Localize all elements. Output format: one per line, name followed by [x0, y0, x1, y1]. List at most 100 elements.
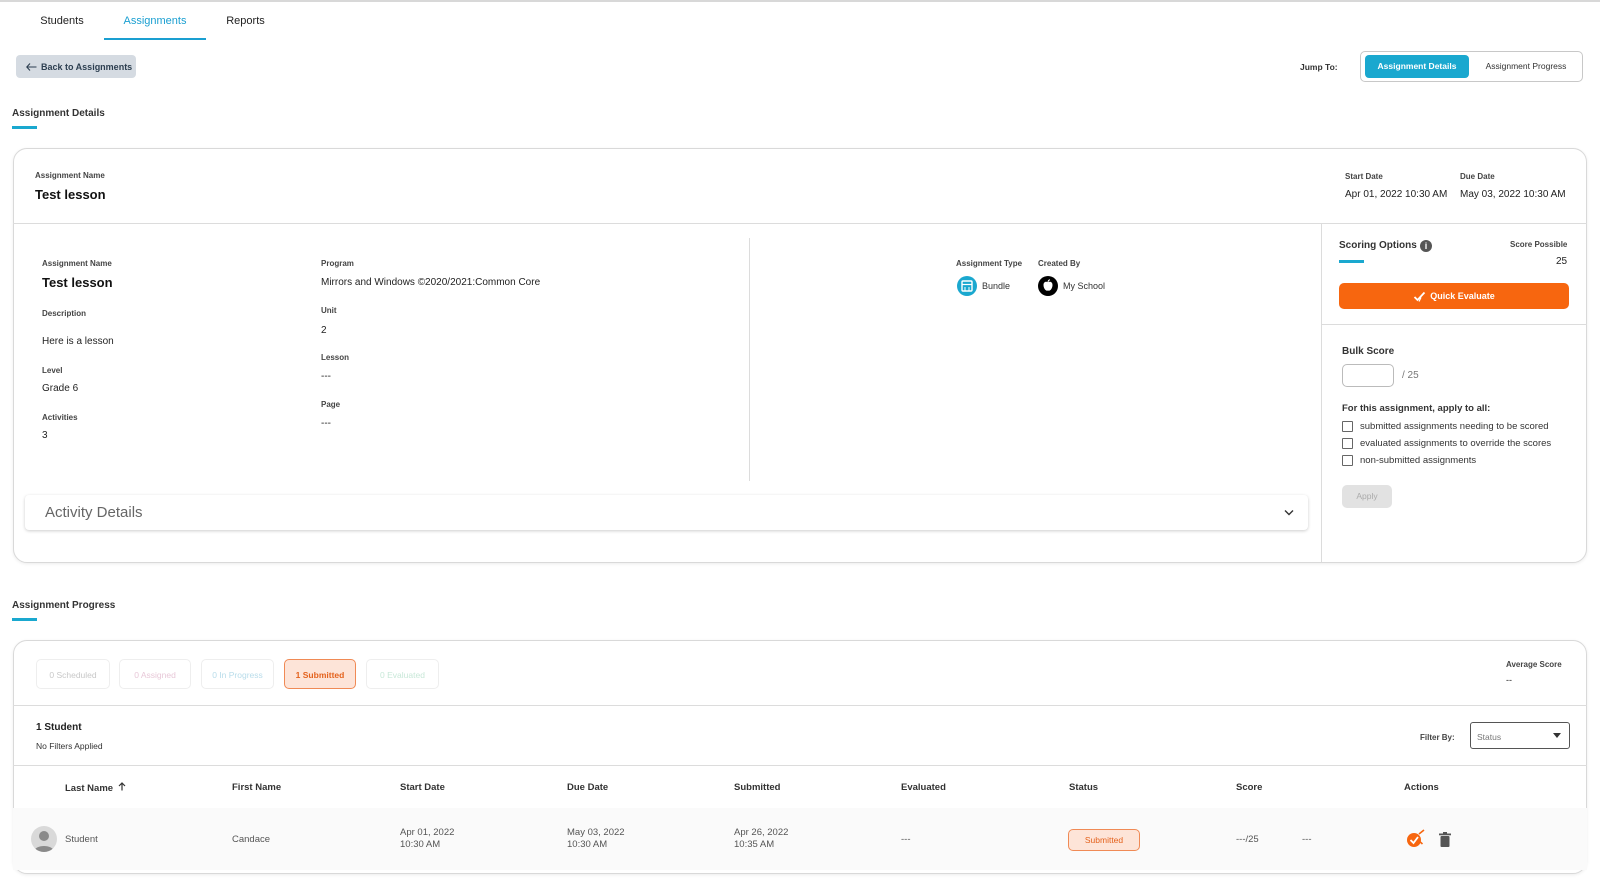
details-section-title: Assignment Details	[12, 108, 105, 119]
tab-reports[interactable]: Reports	[218, 2, 273, 40]
activity-details-label: Activity Details	[45, 504, 143, 521]
score-possible: 25	[1556, 256, 1568, 267]
score-possible-label: Score Possible	[1510, 240, 1568, 249]
info-name: Test lesson	[42, 275, 113, 290]
pill-assigned[interactable]: 0 Assigned	[119, 659, 191, 689]
info-icon[interactable]: i	[1420, 240, 1432, 252]
checkbox[interactable]	[1342, 438, 1353, 449]
description: Here is a lesson	[42, 336, 114, 347]
checkbox[interactable]	[1342, 455, 1353, 466]
chevron-down-icon	[1284, 510, 1294, 516]
lesson-label: Lesson	[321, 353, 350, 362]
sort-up-icon	[118, 782, 126, 791]
option-label: evaluated assignments to override the sc…	[1360, 438, 1552, 449]
tab-students[interactable]: Students	[30, 2, 94, 40]
option-label: submitted assignments needing to be scor…	[1360, 421, 1549, 432]
col-last-name[interactable]: Last Name	[65, 782, 126, 794]
col-submitted[interactable]: Submitted	[734, 782, 780, 793]
bulk-score-label: Bulk Score	[1342, 346, 1395, 357]
checkbox[interactable]	[1342, 421, 1353, 432]
unit: 2	[321, 325, 327, 336]
status-badge: Submitted	[1068, 829, 1140, 851]
cell-score-extra: ---	[1302, 834, 1312, 845]
student-count: 1 Student	[36, 722, 82, 733]
pill-scheduled[interactable]: 0 Scheduled	[36, 659, 110, 689]
cell-start-time: 10:30 AM	[400, 839, 441, 850]
col-first-name[interactable]: First Name	[232, 782, 281, 793]
section-underline	[12, 126, 37, 129]
start-date-label: Start Date	[1345, 172, 1383, 181]
activities-label: Activities	[42, 413, 78, 422]
page: ---	[321, 418, 331, 429]
bundle-icon	[957, 276, 977, 296]
bulk-score-input[interactable]	[1342, 364, 1394, 387]
apply-button[interactable]: Apply	[1342, 485, 1392, 508]
scoring-options-title: Scoring Options	[1339, 240, 1417, 251]
trash-icon[interactable]	[1438, 831, 1452, 849]
program: Mirrors and Windows ©2020/2021:Common Co…	[321, 277, 541, 288]
level: Grade 6	[42, 383, 79, 394]
divider	[1322, 324, 1587, 325]
jump-assignment-details-button[interactable]: Assignment Details	[1365, 55, 1469, 78]
status-filter-select[interactable]: Status	[1470, 722, 1570, 749]
avatar	[31, 826, 57, 852]
header-name: Test lesson	[35, 187, 106, 202]
due-date-label: Due Date	[1460, 172, 1495, 181]
back-to-assignments-button[interactable]: Back to Assignments	[16, 55, 136, 78]
option-evaluated[interactable]: evaluated assignments to override the sc…	[1342, 438, 1551, 449]
tab-assignments[interactable]: Assignments	[104, 2, 206, 40]
apply-all-label: For this assignment, apply to all:	[1342, 403, 1491, 414]
cell-due-date: May 03, 2022	[567, 827, 625, 838]
start-date: Apr 01, 2022 10:30 AM	[1345, 189, 1448, 200]
activities-count: 3	[42, 430, 48, 441]
divider	[13, 765, 1587, 766]
divider	[13, 223, 1587, 224]
pill-in-progress[interactable]: 0 In Progress	[201, 659, 274, 689]
pill-evaluated[interactable]: 0 Evaluated	[366, 659, 439, 689]
average-score-label: Average Score	[1506, 660, 1562, 669]
divider	[749, 238, 750, 481]
option-submitted[interactable]: submitted assignments needing to be scor…	[1342, 421, 1549, 432]
quick-evaluate-label: Quick Evaluate	[1430, 291, 1495, 301]
progress-section-title: Assignment Progress	[12, 600, 116, 611]
col-start-date[interactable]: Start Date	[400, 782, 445, 793]
option-non-submitted[interactable]: non-submitted assignments	[1342, 455, 1476, 466]
program-label: Program	[321, 259, 354, 268]
page-label: Page	[321, 400, 341, 409]
cell-start-date: Apr 01, 2022	[400, 827, 455, 838]
quick-evaluate-icon	[1414, 291, 1426, 302]
description-label: Description	[42, 309, 87, 318]
cell-evaluated: ---	[901, 834, 911, 845]
lesson: ---	[321, 371, 331, 382]
col-status[interactable]: Status	[1069, 782, 1098, 793]
due-date: May 03, 2022 10:30 AM	[1460, 189, 1566, 200]
col-evaluated[interactable]: Evaluated	[901, 782, 946, 793]
filter-by-label: Filter By:	[1420, 733, 1455, 742]
created-by: My School	[1063, 281, 1106, 291]
activity-details-accordion[interactable]: Activity Details	[25, 495, 1308, 530]
cell-submitted-date: Apr 26, 2022	[734, 827, 789, 838]
cell-due-time: 10:30 AM	[567, 839, 608, 850]
col-label: Last Name	[65, 783, 114, 794]
cell-submitted-time: 10:35 AM	[734, 839, 775, 850]
assignment-type: Bundle	[982, 281, 1011, 291]
col-due-date[interactable]: Due Date	[567, 782, 608, 793]
quick-evaluate-button[interactable]: Quick Evaluate	[1339, 283, 1569, 309]
created-by-label: Created By	[1038, 259, 1081, 268]
section-underline	[12, 618, 37, 621]
jump-assignment-progress-button[interactable]: Assignment Progress	[1474, 55, 1578, 78]
arrow-left-icon	[26, 62, 37, 71]
filter-placeholder: Status	[1477, 732, 1502, 742]
level-label: Level	[42, 366, 63, 375]
quick-evaluate-action-icon[interactable]	[1406, 829, 1426, 851]
divider	[1321, 224, 1322, 562]
back-label: Back to Assignments	[41, 61, 133, 72]
pill-submitted[interactable]: 1 Submitted	[284, 659, 356, 689]
option-label: non-submitted assignments	[1360, 455, 1477, 466]
unit-label: Unit	[321, 306, 337, 315]
col-score[interactable]: Score	[1236, 782, 1262, 793]
divider	[13, 705, 1587, 706]
col-actions: Actions	[1404, 782, 1439, 793]
assignment-type-label: Assignment Type	[956, 259, 1023, 268]
cell-first-name: Candace	[232, 834, 271, 845]
